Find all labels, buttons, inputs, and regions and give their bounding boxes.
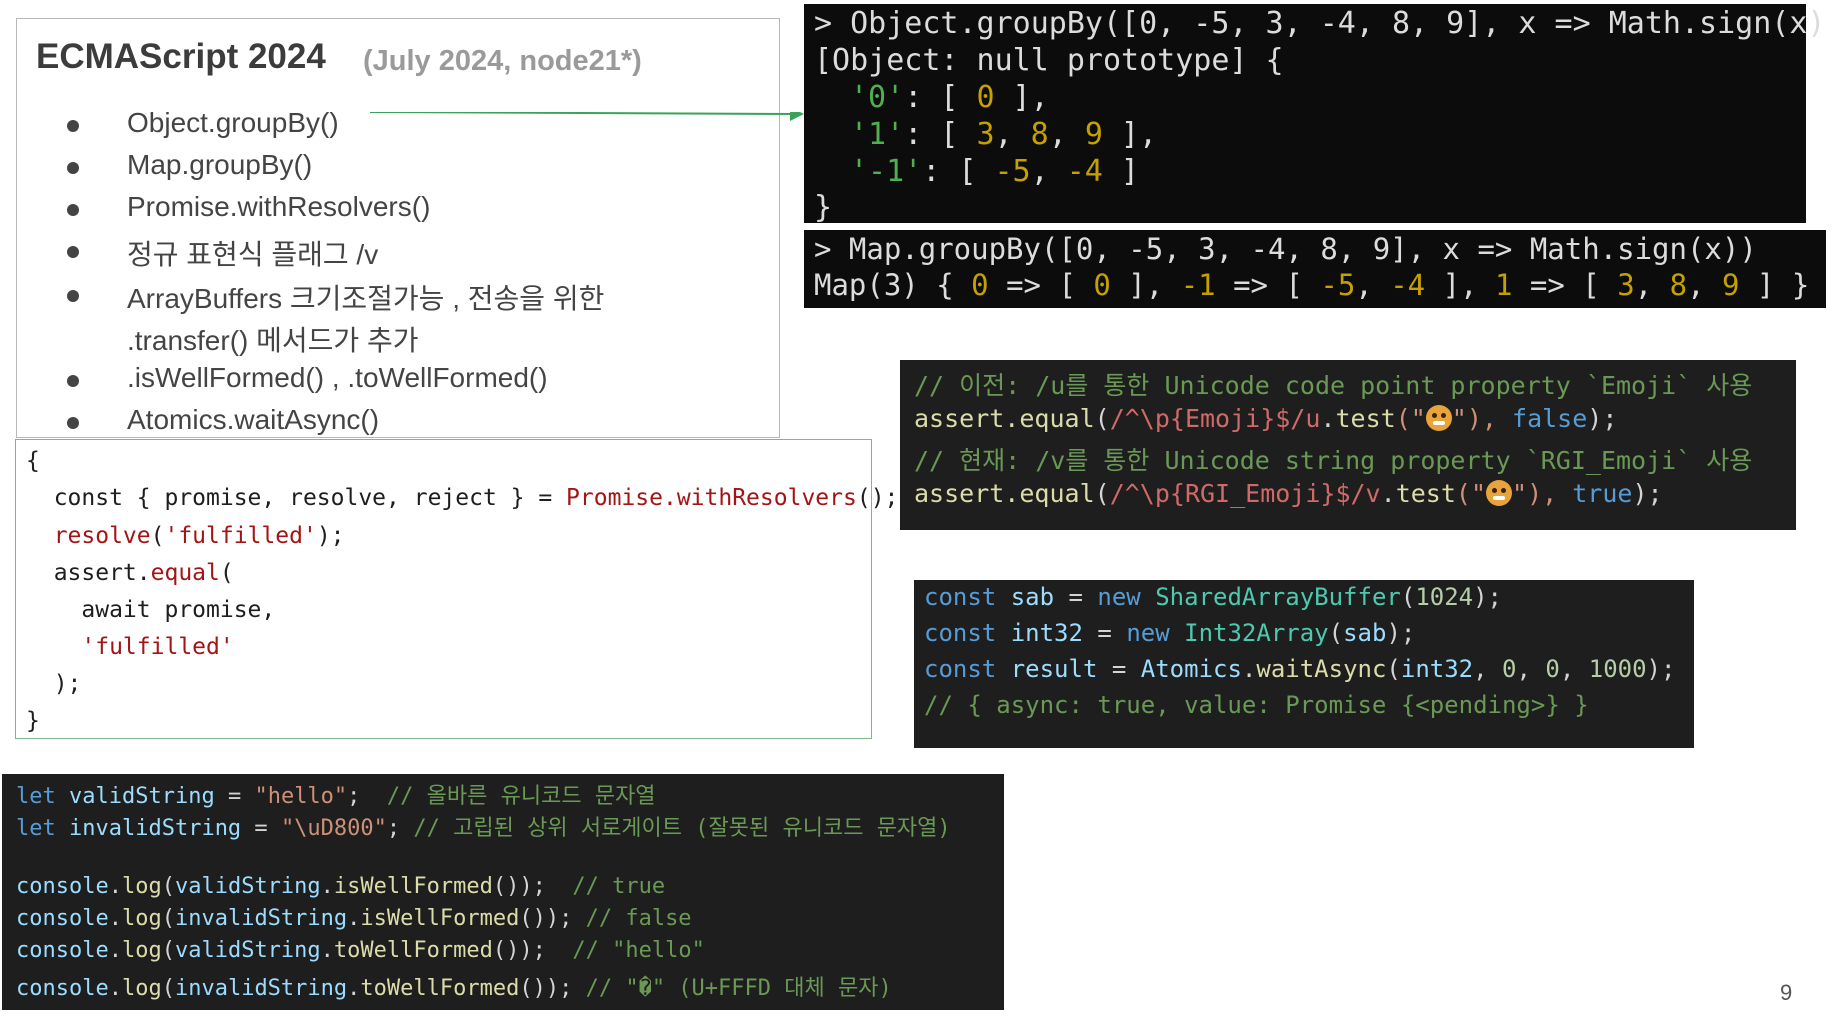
- terminal-line: '-1': [ -5, -4 ]: [850, 154, 1139, 189]
- grimacing-face-icon: [1425, 405, 1452, 431]
- code-comment: // { async: true, value: Promise {<pendi…: [924, 691, 1589, 719]
- atomics-waitasync-code: const sab = new SharedArrayBuffer(1024);…: [914, 580, 1694, 748]
- bullet-icon: [67, 417, 79, 429]
- map-groupby-terminal: > Map.groupBy([0, -5, 3, -4, 8, 9], x =>…: [804, 230, 1826, 308]
- terminal-line: Map(3) { 0 => [ 0 ], -1 => [ -5, -4 ], 1…: [814, 268, 1810, 302]
- terminal-line: '1': [ 3, 8, 9 ],: [850, 117, 1158, 152]
- code-line: let validString = "hello"; // 올바른 유니코드 문…: [16, 784, 656, 809]
- bullet-icon: [67, 290, 79, 302]
- terminal-line: [Object: null prototype] {: [814, 43, 1284, 78]
- code-line: assert.equal(/^\p{Emoji}$/u.test(" "), fa…: [914, 404, 1618, 433]
- feature-list-panel: ECMAScript 2024 (July 2024, node21*) Obj…: [16, 18, 780, 438]
- promise-withresolvers-code: { const { promise, resolve, reject } = P…: [15, 439, 898, 739]
- bullet-icon: [67, 120, 79, 132]
- terminal-line: > Object.groupBy([0, -5, 3, -4, 8, 9], x…: [814, 6, 1831, 41]
- terminal-line: '0': [ 0 ],: [850, 80, 1049, 115]
- grimacing-face-icon: [1486, 480, 1513, 506]
- code-line: console.log(invalidString.isWellFormed()…: [16, 906, 692, 931]
- wellformed-string-code: let validString = "hello"; // 올바른 유니코드 문…: [2, 774, 1004, 1010]
- code-line: resolve('fulfilled');: [26, 523, 345, 549]
- code-line: let invalidString = "\uD800"; // 고립된 상위 …: [16, 816, 951, 841]
- page-number: 9: [1780, 980, 1793, 1005]
- terminal-line: > Map.groupBy([0, -5, 3, -4, 8, 9], x =>…: [814, 232, 1757, 266]
- code-comment: // 현재: /v를 통한 Unicode string property `R…: [914, 446, 1753, 475]
- code-line: console.log(validString.isWellFormed());…: [16, 874, 666, 899]
- terminal-line: }: [814, 190, 833, 225]
- code-line: const sab = new SharedArrayBuffer(1024);: [924, 583, 1503, 611]
- code-line: console.log(invalidString.toWellFormed()…: [16, 976, 892, 1001]
- code-line: }: [26, 708, 40, 734]
- code-line: 'fulfilled': [26, 634, 234, 660]
- code-line: assert.equal(/^\p{RGI_Emoji}$/v.test(" ")…: [914, 479, 1663, 508]
- regex-v-flag-code: // 이전: /u를 통한 Unicode code point propert…: [900, 360, 1796, 530]
- code-line: console.log(validString.toWellFormed());…: [16, 938, 705, 963]
- bullet-icon: [67, 246, 79, 258]
- code-line: const int32 = new Int32Array(sab);: [924, 619, 1416, 647]
- code-line: assert.equal(: [26, 560, 234, 586]
- bullet-icon: [67, 375, 79, 387]
- code-line: );: [26, 671, 82, 697]
- bullet-icon: [67, 204, 79, 216]
- bullet-icon: [67, 162, 79, 174]
- code-line: const { promise, resolve, reject } = Pro…: [26, 485, 899, 511]
- code-line: {: [26, 448, 40, 474]
- code-line: await promise,: [26, 597, 276, 623]
- code-comment: // 이전: /u를 통한 Unicode code point propert…: [914, 371, 1753, 400]
- arrow-connector: [370, 112, 804, 121]
- code-line: const result = Atomics.waitAsync(int32, …: [924, 655, 1676, 683]
- object-groupby-terminal: > Object.groupBy([0, -5, 3, -4, 8, 9], x…: [804, 4, 1831, 225]
- slide-subtitle: (July 2024, node21*): [363, 45, 642, 77]
- slide-title: ECMAScript 2024: [36, 37, 326, 76]
